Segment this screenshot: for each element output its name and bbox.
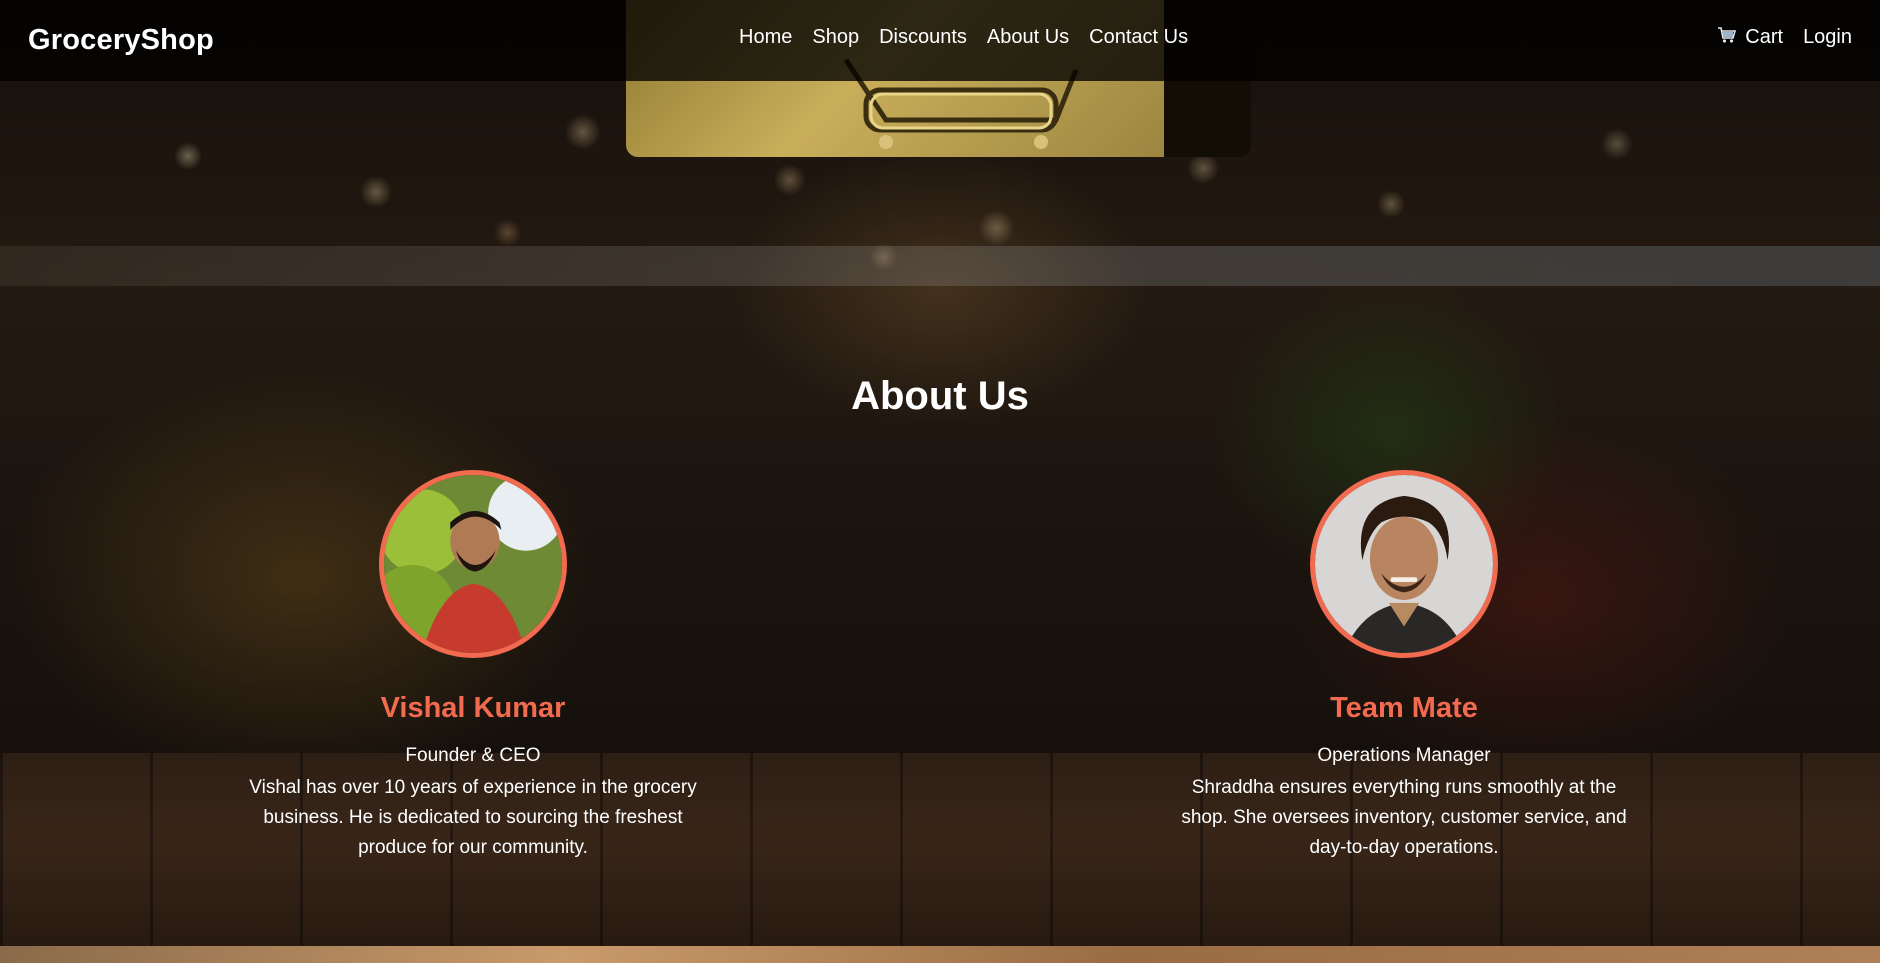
- main-nav: Home Shop Discounts About Us Contact Us: [739, 0, 1188, 75]
- login-link[interactable]: Login: [1803, 26, 1852, 49]
- cart-link[interactable]: Cart: [1717, 26, 1783, 50]
- member-bio: Vishal has over 10 years of experience i…: [249, 777, 697, 858]
- member-role: Operations Manager: [1317, 745, 1491, 766]
- cart-label: Cart: [1745, 26, 1784, 48]
- nav-discounts[interactable]: Discounts: [879, 26, 967, 49]
- about-title: About Us: [851, 374, 1029, 418]
- brand-logo[interactable]: GroceryShop: [28, 24, 214, 57]
- member-name: Vishal Kumar: [380, 692, 566, 724]
- member-name: Team Mate: [1330, 692, 1478, 724]
- nav-shop[interactable]: Shop: [812, 26, 859, 49]
- avatar-team-mate: [1310, 470, 1498, 658]
- member-bio: Shraddha ensures everything runs smoothl…: [1181, 777, 1627, 858]
- site-header: GroceryShop Home Shop Discounts About Us…: [0, 0, 1880, 81]
- team-member-card: Vishal Kumar Founder & CEO Vishal has ov…: [243, 470, 703, 863]
- nav-contact-us[interactable]: Contact Us: [1089, 26, 1188, 49]
- member-role: Founder & CEO: [405, 745, 541, 766]
- team-member-card: Team Mate Operations Manager Shraddha en…: [1174, 470, 1634, 863]
- nav-home[interactable]: Home: [739, 26, 792, 49]
- avatar-vishal: [379, 470, 567, 658]
- about-section: About Us Vishal Kumar Founder & CEO Vish…: [0, 286, 1880, 946]
- header-actions: Cart Login: [1717, 0, 1852, 75]
- shopping-cart-icon: [1717, 26, 1737, 50]
- nav-about-us[interactable]: About Us: [987, 26, 1069, 49]
